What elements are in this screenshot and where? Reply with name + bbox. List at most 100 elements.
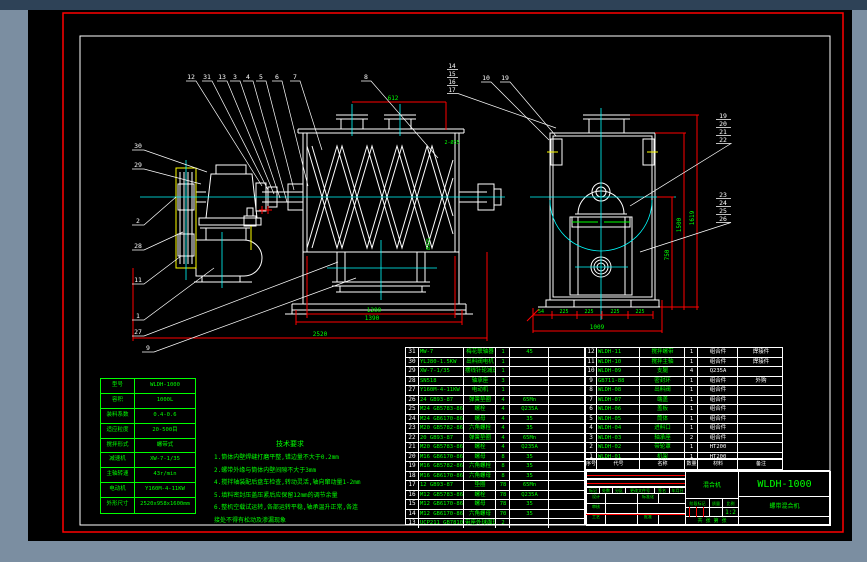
table-cell: M12 GB6170-86	[420, 500, 464, 509]
note-line: 2.螺带外缘与筒体内壁间隙不大于3mm	[214, 466, 317, 474]
table-cell: 外形尺寸	[101, 498, 135, 513]
table-cell: 15	[406, 500, 419, 509]
table-cell: 螺栓	[464, 443, 496, 452]
table-cell: 12	[586, 348, 597, 357]
table-cell: 支腿	[640, 367, 685, 376]
table-cell: 6	[586, 405, 597, 414]
table-cell: 4	[496, 395, 510, 404]
table-cell: 78	[496, 490, 510, 499]
dim-seg-2: 225	[584, 309, 593, 315]
callout-17: 17	[448, 87, 456, 94]
table-cell: 组合件	[698, 405, 738, 414]
table-cell: 焊接件	[752, 358, 770, 365]
table-cell	[549, 434, 585, 443]
table-cell: 出料阀	[640, 386, 685, 395]
callout-22: 22	[719, 136, 727, 144]
table-cell: 装料系数	[101, 408, 135, 423]
table-row: 17 12 GB93-87 垫圈 78 65Mn	[406, 481, 585, 491]
table-row: 9 GB711-88 密封环 1 组合件 外购	[586, 376, 783, 386]
table-cell: 65Mn	[510, 481, 549, 490]
red-tick	[689, 507, 690, 517]
table-row: 21 M20 GB5783-86 螺栓 4 Q235A	[406, 443, 585, 453]
note-line: 5.填料密封压盖压紧后应保留12mm的调节余量	[214, 491, 338, 499]
table-row: 15 M12 GB6170-86 螺母 78 35	[406, 500, 585, 510]
table-cell	[510, 376, 549, 385]
table-cell: 主轴转速	[101, 468, 135, 483]
table-cell: 进料口	[640, 424, 685, 433]
callout-16: 16	[448, 79, 456, 86]
table-cell: 垫圈	[464, 481, 496, 490]
table-cell: 组合件	[698, 433, 738, 442]
table-cell	[549, 348, 585, 357]
side-view	[538, 114, 668, 308]
window-title-bar	[0, 0, 867, 10]
table-cell: 容积	[101, 393, 135, 408]
callout-13: 13	[218, 73, 226, 81]
table-cell: 1	[496, 357, 510, 366]
table-cell: 2	[496, 519, 510, 528]
table-row: 22 20 GB93-87 弹簧垫圈 4 65Mn	[406, 433, 585, 443]
table-cell: 43r/min	[153, 471, 177, 478]
table-row: 30 YLJ80-1.5KW 出料阀电机 1	[406, 357, 585, 367]
table-cell: MW-7	[419, 348, 464, 357]
table-cell: 26	[406, 395, 419, 404]
table-cell	[549, 453, 585, 462]
table-cell: 弹簧垫圈	[464, 395, 496, 404]
callout-5: 5	[259, 73, 263, 81]
table-cell: 9	[586, 376, 597, 385]
drawing-number: WLDH-1000	[738, 471, 831, 497]
table-cell: 组合件	[698, 424, 738, 433]
table-cell: 3	[586, 433, 597, 442]
table-cell: 1	[685, 405, 698, 414]
table-cell: 焊接件	[752, 349, 770, 355]
table-cell: 组合件	[698, 395, 738, 404]
table-cell: 22	[406, 433, 419, 442]
callout-27: 27	[134, 328, 142, 336]
table-cell	[549, 424, 585, 433]
table-row: 型号 WLDH-1000	[101, 379, 195, 394]
table-row: 28 SN518 轴承座 3	[406, 376, 585, 386]
table-cell	[510, 367, 549, 376]
table-cell	[510, 519, 549, 528]
dim-seg-4: 225	[635, 309, 644, 315]
table-cell: 0.4-0.6	[153, 411, 177, 418]
table-cell	[510, 357, 549, 366]
table-cell: 名称	[640, 460, 685, 469]
cad-viewer-screen: 612 1200 1390 2520 2-Ø35 Ø325 750 1500 1…	[0, 0, 867, 562]
table-cell: 8	[586, 386, 597, 395]
table-cell: 六角螺母	[464, 509, 496, 518]
table-cell	[549, 491, 585, 500]
table-cell: M16 GB5782-86	[420, 462, 464, 471]
table-cell: 7	[586, 395, 597, 404]
dim-seg-3: 225	[610, 309, 619, 315]
table-cell	[738, 386, 783, 395]
callout-29: 29	[134, 161, 142, 169]
table-row: 3 WLDH-03 轴承座 2 组合件	[586, 433, 783, 443]
table-cell: 65Mn	[510, 395, 549, 404]
table-row: 10 WLDH-09 支腿 4 Q235A	[586, 367, 783, 377]
table-cell: 45	[510, 348, 549, 357]
table-cell: WLDH-10	[597, 357, 640, 366]
table-cell	[738, 405, 783, 414]
callout-3: 3	[233, 73, 237, 81]
table-cell: M12 GB5783-86	[420, 490, 464, 499]
table-cell: 搅拌主轴	[640, 357, 685, 366]
table-row: 23 M20 GB5782-86 六角螺栓 4 35	[406, 424, 585, 434]
table-cell: 螺栓	[464, 405, 496, 414]
table-cell: 摆线针轮减速机	[464, 367, 496, 376]
red-tick	[696, 507, 697, 517]
table-cell: 35	[510, 471, 549, 480]
table-cell: 组合件	[698, 357, 738, 366]
table-cell: 23	[406, 424, 419, 433]
table-cell: 盖板	[640, 405, 685, 414]
bom-table-right: 12 WLDH-11 搅拌螺带 1 组合件 焊接件 11 WLDH-10 搅拌主轴 1 组合件 焊接件…	[585, 347, 783, 461]
callout-12: 12	[187, 73, 195, 81]
table-cell: 1	[685, 357, 698, 366]
table-row: 序号 代号 名称 数量 材料 备注	[586, 460, 783, 469]
table-cell	[549, 500, 585, 509]
table-cell: SN518	[419, 376, 464, 385]
table-cell: 弹簧垫圈	[464, 433, 496, 442]
table-cell	[549, 519, 585, 528]
callout-25: 25	[719, 207, 727, 215]
table-cell: 70	[496, 509, 510, 518]
